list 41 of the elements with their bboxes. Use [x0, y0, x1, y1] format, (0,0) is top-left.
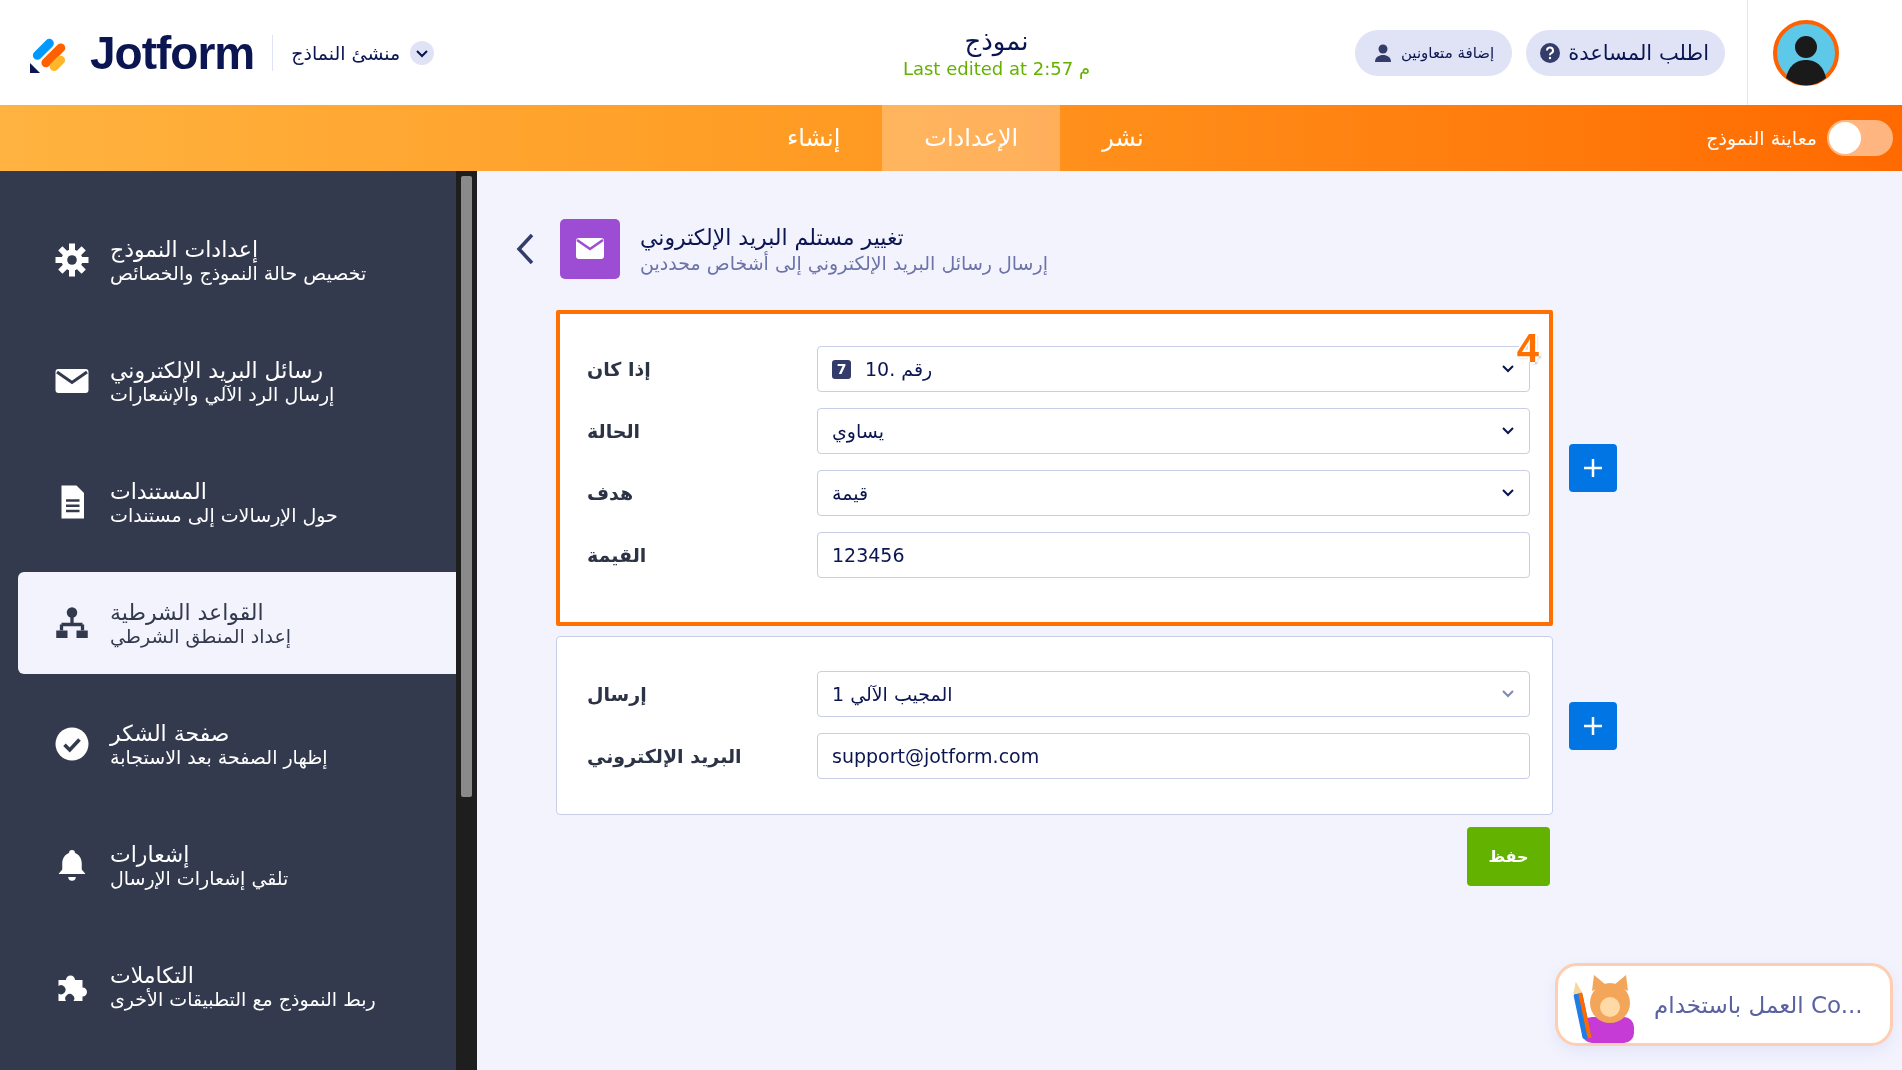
assistant-bubble[interactable]: العمل باستخدام Co... [1555, 963, 1893, 1046]
logo-text: Jotform [90, 25, 255, 80]
add-collaborators-button[interactable]: إضافة متعاونين [1354, 29, 1513, 76]
dropdown-field[interactable]: قيمة [817, 470, 1530, 516]
field-label: هدف [587, 482, 635, 504]
last-edited-text: Last edited at 2:57 م [902, 58, 1091, 79]
sidebar-item[interactable]: التكاملات ربط النموذج مع التطبيقات الأخرى [18, 935, 456, 1037]
item-title: التكاملات [110, 962, 195, 988]
item-title: إشعارات [110, 841, 191, 867]
item-title: رسائل البريد الإلكتروني [110, 357, 325, 383]
item-subtitle: إعداد المنطق الشرطي [110, 624, 292, 647]
help-button[interactable]: اطلب المساعدة [1526, 29, 1725, 76]
item-title: القواعد الشرطية [110, 599, 265, 625]
sidebar-item[interactable]: المستندات حول الإرسالات إلى مستندات [18, 451, 456, 553]
field-label: إذا كان [587, 358, 652, 380]
sidebar-item[interactable]: رسائل البريد الإلكتروني إرسال الرد الآلي والإشعارات [18, 330, 456, 432]
field-label: الحالة [587, 420, 642, 442]
sidebar-item[interactable]: إشعارات تلقي إشعارات الإرسال [18, 814, 456, 916]
item-subtitle: إظهار الصفحة بعد الاستجابة [110, 745, 328, 768]
field-label: القيمة [587, 544, 648, 566]
input-field[interactable]: 123456 [817, 532, 1530, 578]
sidebar-item[interactable]: صفحة الشكر إظهار الصفحة بعد الاستجابة [18, 693, 456, 795]
form-title: نموذج [963, 26, 1030, 56]
sidebar-item[interactable]: إعدادات النموذج تخصيص حالة النموذج والخصائص [18, 209, 456, 311]
field-label: البريد الإلكتروني [587, 745, 743, 767]
item-subtitle: ربط النموذج مع التطبيقات الأخرى [110, 987, 376, 1010]
dropdown-field[interactable]: المجيب الآلي 1 [817, 671, 1530, 717]
panel-title: تغيير مستلم البريد الإلكتروني [640, 224, 905, 250]
item-title: إعدادات النموذج [110, 236, 260, 262]
item-title: المستندات [110, 478, 208, 504]
input-field[interactable]: support@jotform.com [817, 733, 1530, 779]
field-label: إرسال [587, 683, 648, 705]
assistant-text: العمل باستخدام Co... [1654, 991, 1863, 1018]
sidebar-item[interactable]: القواعد الشرطية إعداد المنطق الشرطي [18, 572, 456, 674]
dropdown-field[interactable]: يساوي [817, 408, 1530, 454]
panel-subtitle: إرسال رسائل البريد الإلكتروني إلى أشخاص محددين [640, 251, 1048, 274]
builder-menu[interactable]: منشئ النماذج [291, 40, 435, 65]
field-number-badge: 7 [832, 359, 851, 379]
item-title: صفحة الشكر [110, 720, 231, 746]
item-subtitle: حول الإرسالات إلى مستندات [110, 503, 338, 526]
preview-label: معاينة النموذج [1706, 127, 1817, 149]
